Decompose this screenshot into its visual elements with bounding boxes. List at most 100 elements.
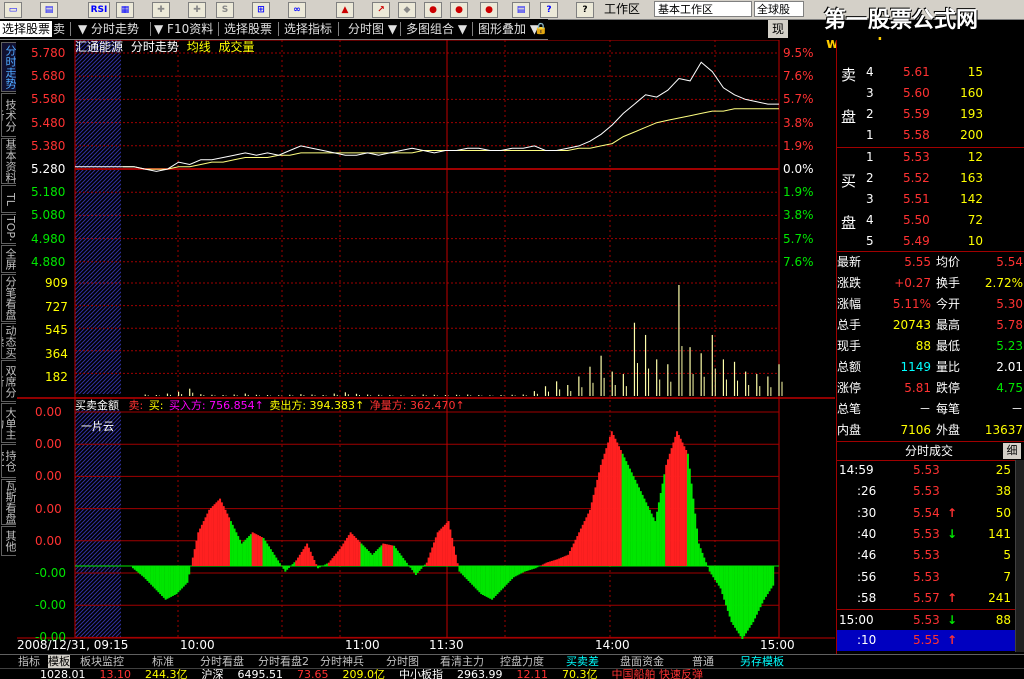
binoculars-icon[interactable]: ∞	[288, 2, 306, 18]
pct-label-3: 3.8%	[783, 115, 814, 130]
template-tab-13[interactable]: 另存模板	[740, 655, 784, 669]
tick-arrow: ↓	[947, 526, 958, 541]
vtab-4[interactable]: TOP·	[1, 214, 16, 244]
bottom-template-tabs: 指标 模板 板块监控 标准 分时看盘 分时看盘2 分时神兵 分时图 看清主力 控盘力度 买卖差 盘面资…	[0, 654, 1024, 669]
select-stock-menu[interactable]: 选择股票	[224, 21, 272, 37]
lower-legend: 买卖金额 卖: 买: 买入方: 756.854↑ 卖出方: 394.383↑ 净…	[75, 399, 465, 412]
tick-volume: 141	[988, 526, 1011, 541]
price-label-0: 5.780	[31, 46, 66, 60]
tick-view-menu[interactable]: 分时图 ▼	[348, 21, 397, 37]
ticks-scrollbar[interactable]	[1015, 460, 1024, 652]
intraday-chart[interactable]	[17, 40, 835, 654]
f10-button[interactable]: ▼ F10资料	[154, 21, 213, 37]
stat-key-left: 总手	[837, 318, 862, 332]
vtab-10[interactable]: 持仓统计	[1, 444, 16, 478]
realtime-button[interactable]: 现	[768, 20, 788, 38]
multi-chart-menu[interactable]: 多图组合 ▼	[406, 21, 467, 37]
zoom-icon[interactable]: ✚	[188, 2, 206, 18]
template-tab-10[interactable]: 买卖差	[566, 655, 599, 669]
select-stock-button[interactable]: 选择股票	[0, 21, 53, 37]
flow-label-6: -0.00	[35, 598, 67, 613]
vtab-8[interactable]: 双席分析	[1, 360, 16, 402]
select-indicator-menu[interactable]: 选择指标	[284, 21, 332, 37]
vtab-1[interactable]: 技术分析	[1, 93, 16, 137]
vtab-0[interactable]: 分时走势	[1, 42, 16, 92]
sell-level-2: 2 5.59 193	[837, 104, 1024, 125]
stat-key-left: 最新	[837, 255, 862, 269]
pointer-help-icon[interactable]: ?	[576, 2, 594, 18]
tick-price: 5.57	[913, 590, 940, 605]
circle3-icon[interactable]: ●	[480, 2, 498, 18]
tick-chart-button[interactable]: ▼ 分时走势	[78, 21, 139, 37]
template-tab-2[interactable]: 板块监控	[80, 655, 124, 669]
workspace-value: 基本工作区	[658, 3, 713, 16]
scope-select[interactable]: 全球股	[754, 1, 804, 17]
diamond-icon[interactable]: ◆	[398, 2, 416, 18]
chart-icon[interactable]: ✚	[152, 2, 170, 18]
vtab-2[interactable]: 基本资料	[1, 138, 16, 184]
s-label: S	[221, 5, 229, 15]
tick-price: 5.55	[913, 633, 940, 648]
template-tab-5[interactable]: 分时看盘2	[258, 655, 309, 669]
lock-icon[interactable]: 🔒	[534, 21, 548, 37]
tick-volume: 7	[1003, 569, 1011, 584]
vtab-6[interactable]: 分笔看盘	[1, 274, 16, 322]
price-label-1: 5.680	[31, 69, 66, 84]
vtab-5[interactable]: 全屏	[1, 245, 16, 273]
avg-price-line	[123, 108, 779, 170]
ticks-detail-button[interactable]: 细	[1003, 443, 1021, 459]
status-item-7: 中小板指	[399, 668, 443, 679]
template-tab-8[interactable]: 看清主力	[440, 655, 484, 669]
time-tick-3: 14:00	[595, 638, 630, 652]
template-tab-3[interactable]: 标准	[152, 655, 174, 669]
workspace-select[interactable]: 基本工作区	[654, 1, 752, 17]
arrow-icon[interactable]: ↗	[372, 2, 390, 18]
stat-row-2: 涨幅 5.11% 今开 5.30	[837, 294, 1024, 315]
tick-price: 5.53	[913, 526, 940, 541]
template-tab-4[interactable]: 分时看盘	[200, 655, 244, 669]
vtab-9[interactable]: 大单主力	[1, 403, 16, 443]
buy-level-0: 1 5.53 12	[837, 147, 1024, 168]
buy-price: 5.49	[903, 234, 930, 248]
tick-row-7: 15:00 5.53 ↓ 88	[837, 609, 1024, 631]
template-tab-1[interactable]: 模板	[48, 655, 70, 669]
premarket-region-upper	[75, 40, 121, 394]
template-tab-6[interactable]: 分时神兵	[320, 655, 364, 669]
sell-button[interactable]: 卖	[53, 21, 65, 37]
vtab-3[interactable]: TL	[1, 185, 16, 213]
template-tab-9[interactable]: 控盘力度	[500, 655, 544, 669]
template-tab-11[interactable]: 盘面资金	[620, 655, 664, 669]
tick-time: 15:00	[839, 613, 874, 628]
template-tab-0[interactable]: 指标	[18, 655, 40, 669]
doc-icon[interactable]: ▤	[512, 2, 530, 18]
template-tab-12[interactable]: 普通	[692, 655, 714, 669]
vtab-7[interactable]: 动态买卖	[1, 323, 16, 359]
status-item-5: 73.65	[297, 668, 329, 679]
time-tick-0: 10:00	[180, 638, 215, 652]
s-icon[interactable]: S	[216, 2, 234, 18]
buy-level-num: 5	[866, 234, 874, 248]
workspace-label: 工作区	[604, 2, 641, 16]
tick-volume: 241	[988, 590, 1011, 605]
rsi-icon[interactable]: RSI	[88, 2, 110, 18]
stat-key-left: 内盘	[837, 423, 862, 437]
sell-level-num: 3	[866, 86, 874, 100]
help-icon[interactable]: ?	[540, 2, 558, 18]
circle2-icon[interactable]: ●	[450, 2, 468, 18]
stat-key-left: 涨停	[837, 381, 862, 395]
folder-icon[interactable]: ▭	[4, 2, 22, 18]
vtab-11[interactable]: 瓦斯看盘	[1, 479, 16, 525]
bell-icon[interactable]: ▲	[336, 2, 354, 18]
network-icon[interactable]: ⊞	[252, 2, 270, 18]
circle-icon[interactable]: ●	[424, 2, 442, 18]
overlay-menu[interactable]: 图形叠加 ▼	[478, 21, 539, 37]
buy-price: 5.51	[903, 192, 930, 206]
pct-label-7: 3.8%	[783, 208, 814, 223]
template-tab-7[interactable]: 分时图	[386, 655, 419, 669]
tick-time: :40	[857, 526, 877, 541]
save-icon[interactable]: ▤	[40, 2, 58, 18]
chart-menubar: 选择股票 卖 ▼ 分时走势 ▼ F10资料 选择股票 选择指标 分时图 ▼ 多图…	[0, 19, 548, 40]
vol-label-4: 182	[45, 370, 68, 384]
vtab-12[interactable]: 其他	[1, 526, 16, 556]
grid-icon[interactable]: ▦	[116, 2, 134, 18]
